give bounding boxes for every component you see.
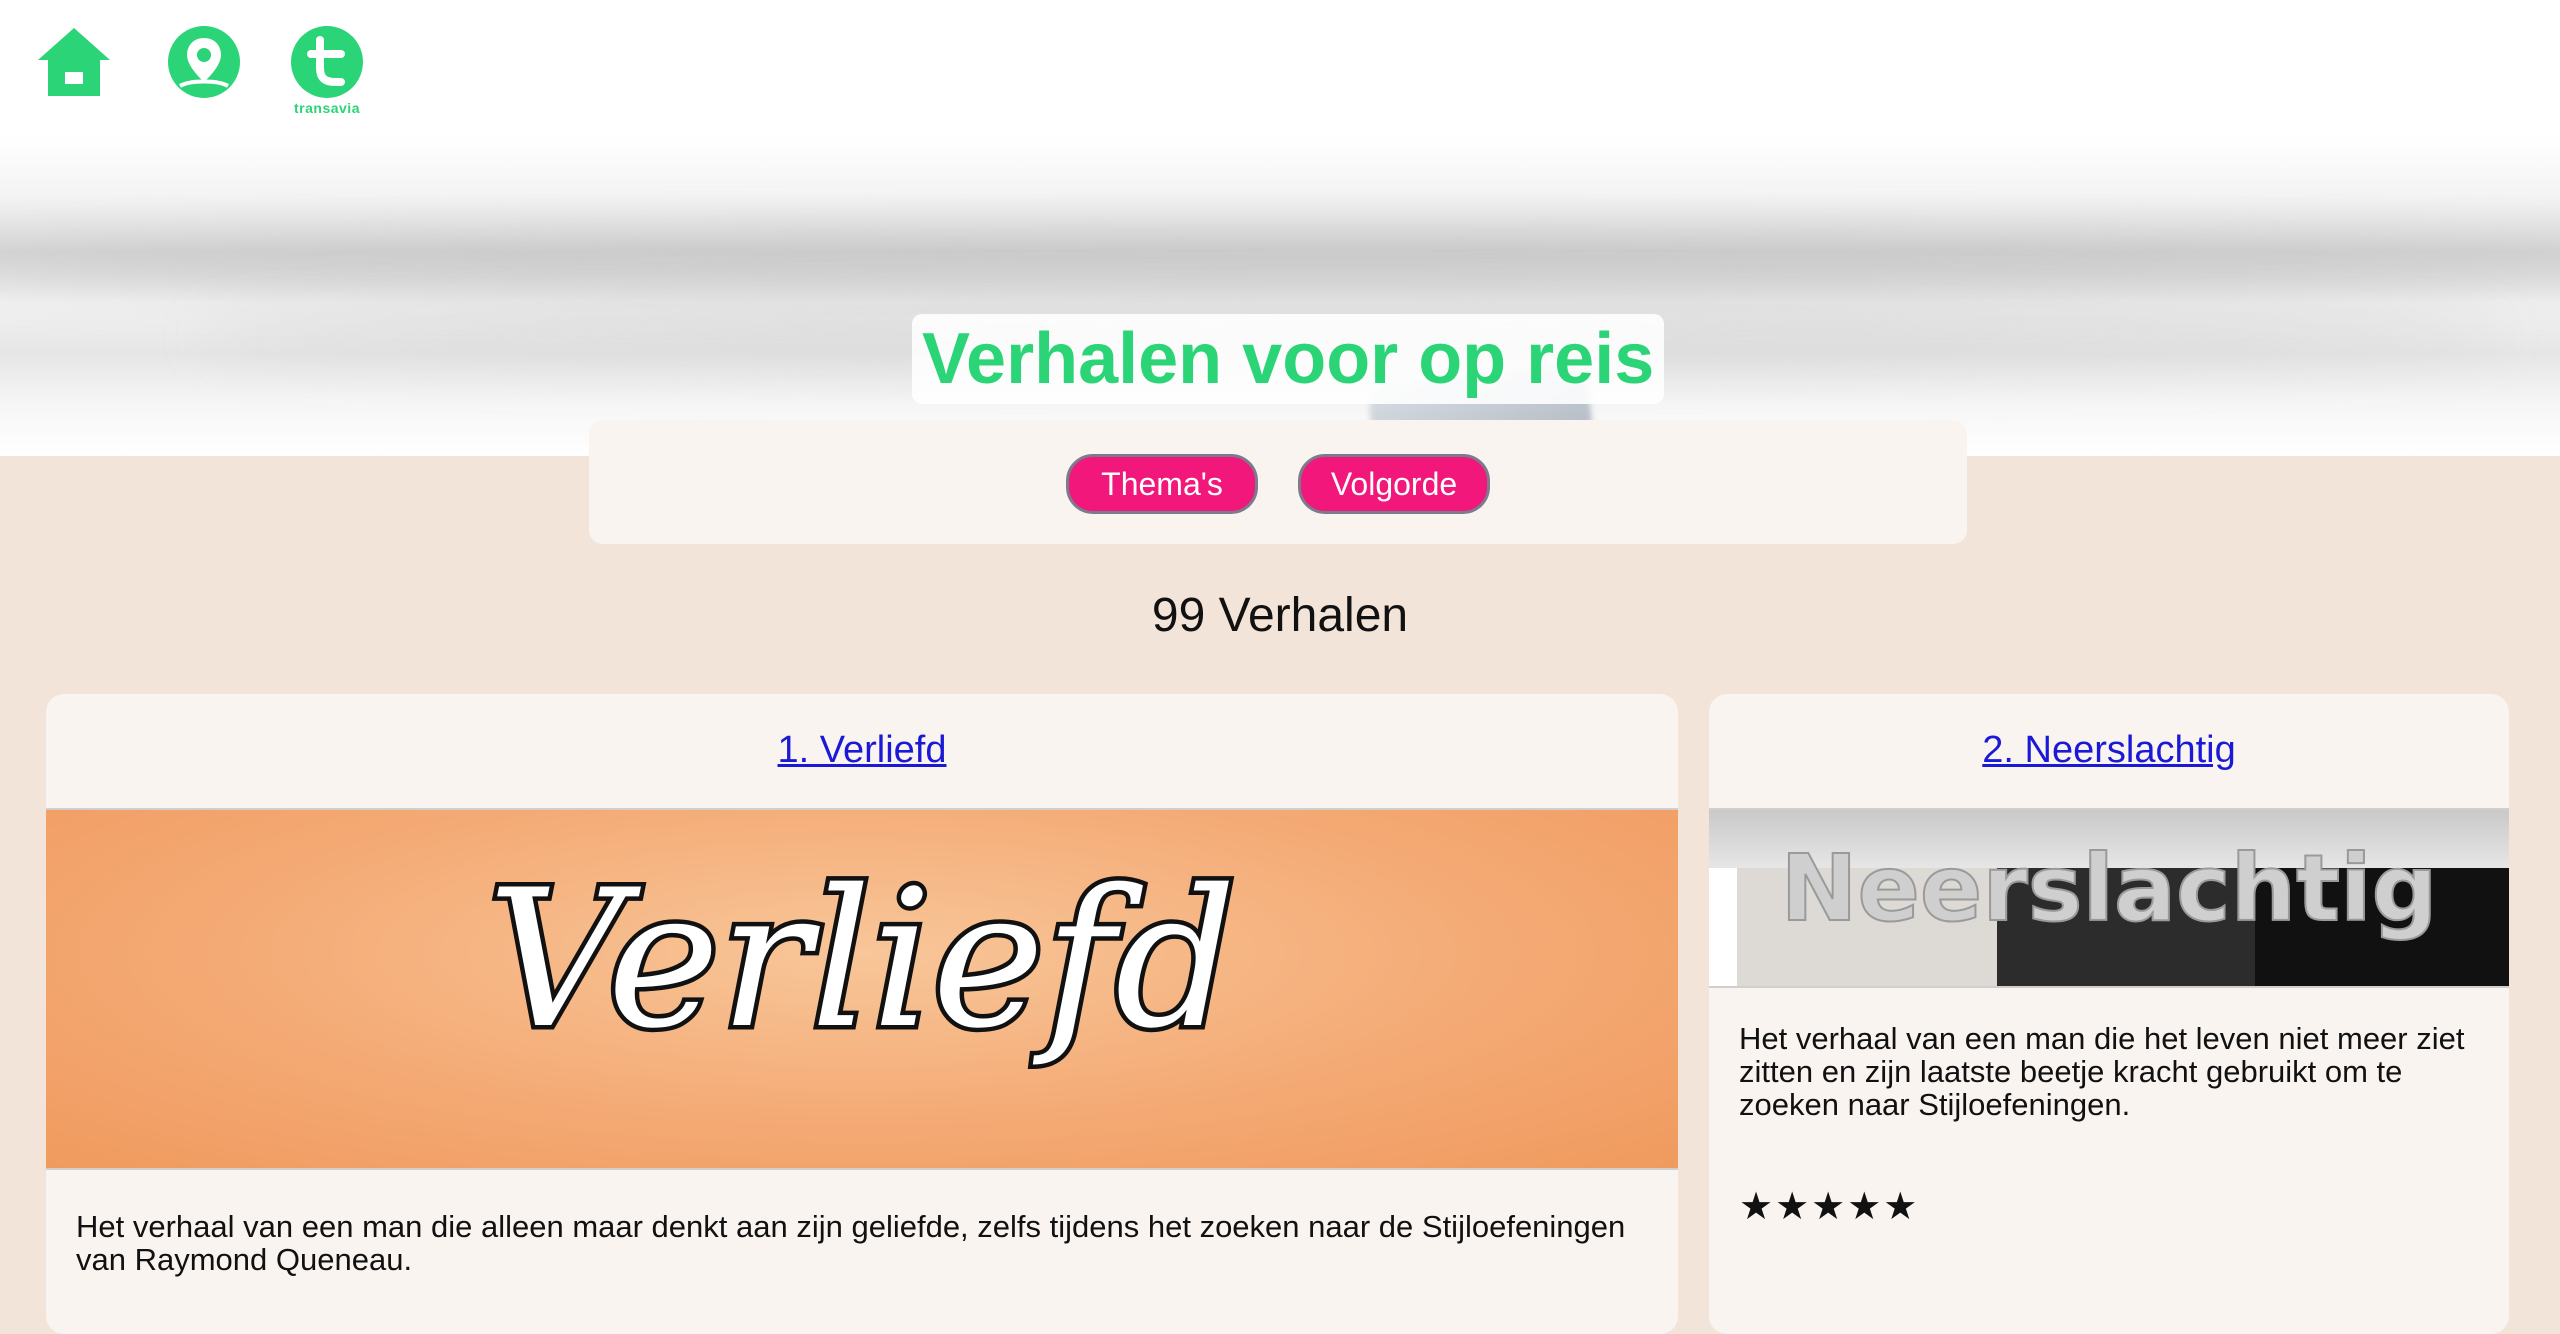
story-image[interactable]: Verliefd — [46, 808, 1678, 1170]
story-card: 1. Verliefd Verliefd Het verhaal van een… — [46, 694, 1678, 1334]
hero-background-blur — [0, 231, 2560, 301]
story-count: 99 Verhalen — [1151, 589, 1409, 642]
volgorde-sort-button[interactable]: Volgorde — [1298, 454, 1490, 514]
story-description: Het verhaal van een man die het leven ni… — [1739, 1021, 2465, 1122]
top-navigation: transavia — [0, 0, 2560, 136]
story-image-text: Neerslachtig — [1781, 835, 2438, 942]
themas-filter-button[interactable]: Thema's — [1066, 454, 1258, 514]
story-title: 1. Verliefd — [46, 694, 1678, 806]
brand-name: transavia — [294, 100, 360, 116]
page-title: Verhalen voor op reis — [912, 314, 1665, 404]
hero-banner: Verhalen voor op reis — [0, 136, 2560, 456]
story-image-text: Verliefd — [488, 849, 1237, 1070]
story-title-link[interactable]: 1. Verliefd — [778, 729, 947, 771]
story-image-lettering: Neerslachtig — [1780, 834, 2439, 943]
story-title-link[interactable]: 2. Neerslachtig — [1982, 729, 2235, 771]
story-card: 2. Neerslachtig Neerslachtig Het verhaal… — [1709, 694, 2509, 1334]
story-image[interactable]: Neerslachtig — [1709, 808, 2509, 988]
home-icon[interactable] — [36, 24, 112, 100]
story-description: Het verhaal van een man die alleen maar … — [76, 1209, 1626, 1277]
story-title: 2. Neerslachtig — [1709, 694, 2509, 806]
rating-stars: ★★★★★ — [1739, 1186, 1920, 1228]
story-image-lettering: Verliefd — [483, 845, 1241, 1075]
filter-bar: Thema's Volgorde — [589, 420, 1967, 544]
transavia-logo[interactable] — [289, 24, 365, 100]
profile-pin-icon[interactable] — [166, 24, 242, 100]
